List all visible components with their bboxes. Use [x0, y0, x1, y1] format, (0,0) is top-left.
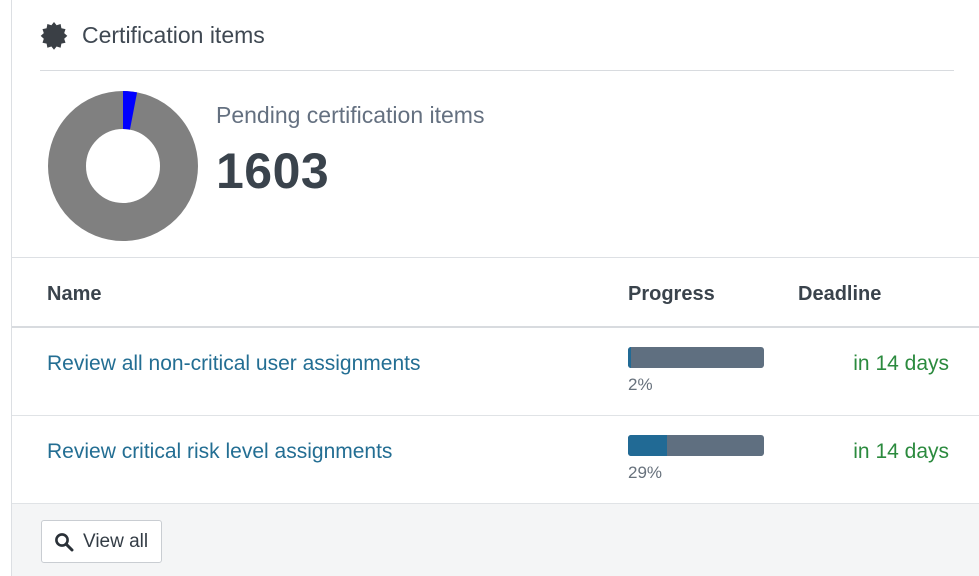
progress-bar-fill [628, 347, 631, 368]
table-header: Name Progress Deadline [12, 257, 979, 328]
progress-bar [628, 435, 764, 456]
pending-items-label: Pending certification items [216, 102, 485, 128]
progress-percent: 2% [628, 375, 653, 394]
table-row: Review all non-critical user assignments… [12, 328, 979, 416]
progress-bar-fill [628, 435, 668, 456]
view-all-label: View all [83, 530, 149, 552]
certification-table: Name Progress Deadline Review all non-cr… [12, 257, 979, 504]
view-all-button[interactable]: View all [41, 520, 163, 563]
search-icon [55, 532, 74, 551]
deadline-text: in 14 days [853, 352, 949, 375]
certification-name-link[interactable]: Review all non-critical user assignments [47, 352, 420, 376]
column-header-progress: Progress [628, 283, 715, 305]
progress-percent: 29% [628, 463, 663, 482]
column-header-name: Name [47, 283, 102, 305]
deadline-text: in 14 days [853, 440, 949, 463]
certification-items-card: Certification items Pending certificatio… [11, 0, 979, 576]
column-header-deadline: Deadline [798, 283, 882, 305]
certification-name-link[interactable]: Review critical risk level assignments [47, 440, 392, 464]
certificate-badge-icon [40, 22, 68, 50]
progress-bar [628, 347, 764, 368]
pending-items-donut-chart [48, 91, 198, 241]
pending-items-count: 1603 [216, 143, 330, 199]
card-header: Certification items [40, 0, 954, 71]
table-row: Review critical risk level assignments 2… [12, 416, 979, 504]
card-footer: View all [12, 504, 979, 576]
card-title: Certification items [82, 21, 265, 48]
